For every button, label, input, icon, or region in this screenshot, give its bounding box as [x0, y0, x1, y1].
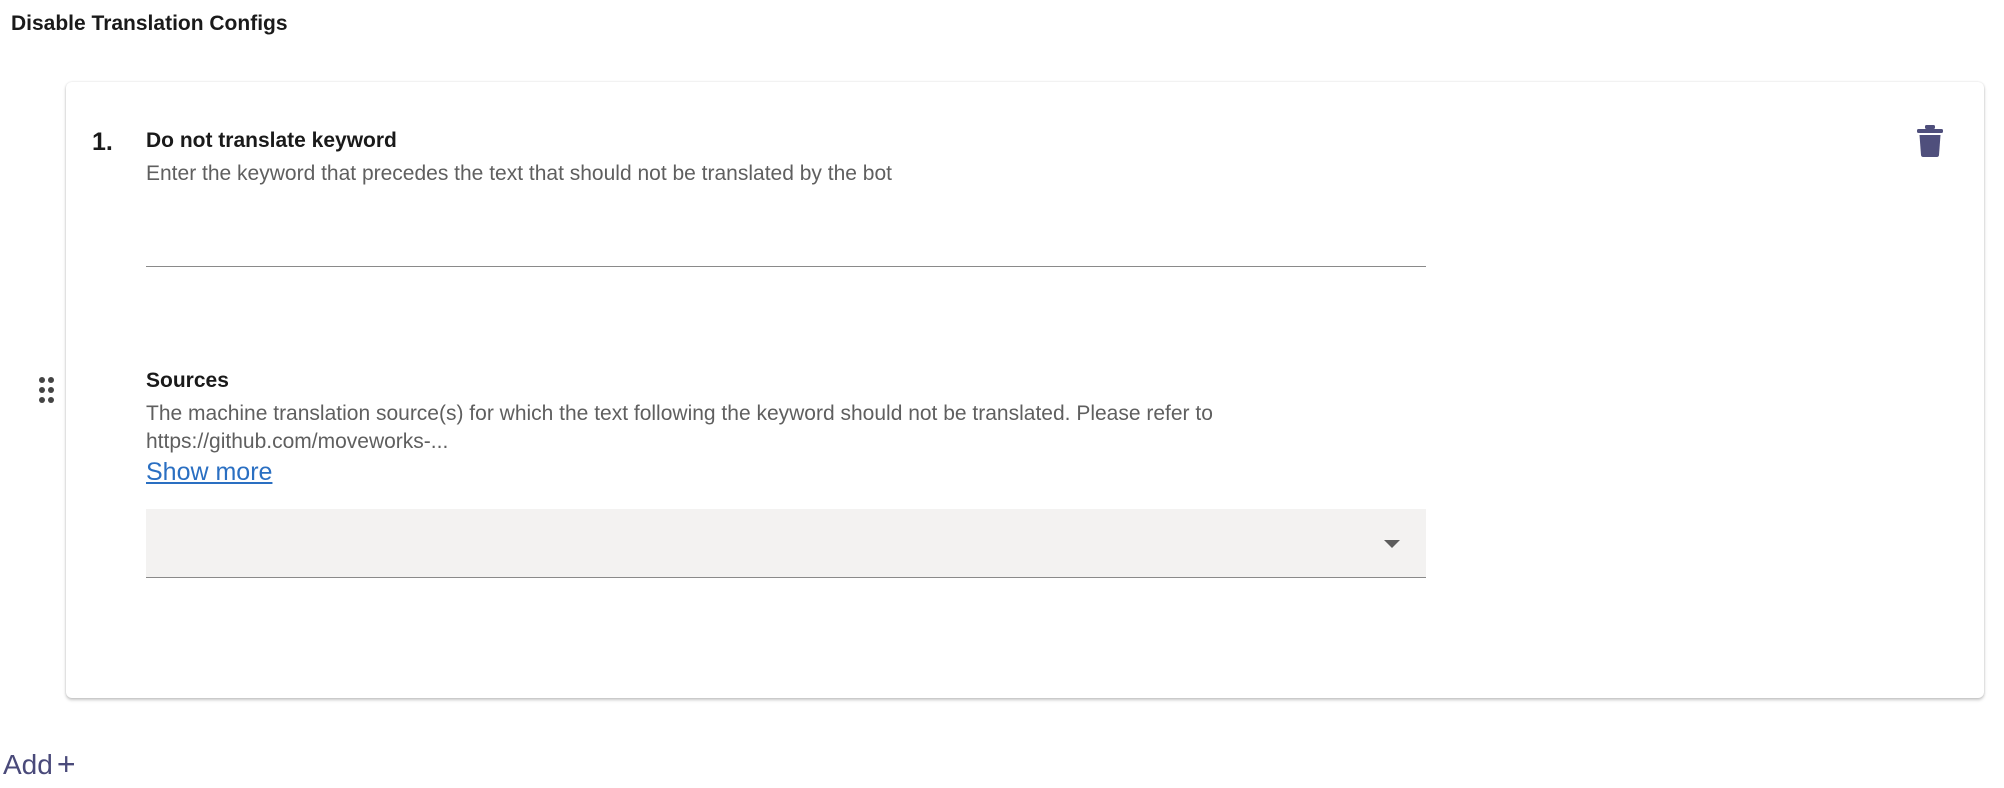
- sources-description-line1: The machine translation source(s) for wh…: [146, 402, 1213, 425]
- keyword-input[interactable]: [146, 214, 1426, 267]
- keyword-label: Do not translate keyword: [146, 129, 397, 152]
- trash-icon: [1916, 125, 1944, 162]
- plus-icon: +: [56, 746, 76, 782]
- item-number: 1.: [92, 128, 113, 156]
- page: Disable Translation Configs 1. Do not tr…: [0, 0, 2004, 788]
- sources-label: Sources: [146, 369, 229, 392]
- add-button-label: Add: [3, 748, 53, 780]
- add-button[interactable]: Add +: [3, 746, 76, 783]
- keyword-field: Do not translate keyword Enter the keywo…: [146, 128, 1426, 267]
- drag-handle-icon[interactable]: [38, 376, 56, 404]
- config-item-card: 1. Do not translate keyword Enter the ke…: [66, 82, 1984, 698]
- keyword-description: Enter the keyword that precedes the text…: [146, 162, 892, 185]
- sources-description: The machine translation source(s) for wh…: [146, 400, 1426, 456]
- show-more-link[interactable]: Show more: [146, 458, 272, 487]
- section-title: Disable Translation Configs: [11, 12, 288, 35]
- sources-select[interactable]: [146, 509, 1426, 578]
- delete-button[interactable]: [1916, 124, 1944, 158]
- sources-description-line2: https://github.com/moveworks-...: [146, 430, 449, 453]
- sources-field: Sources The machine translation source(s…: [146, 368, 1426, 578]
- chevron-down-icon: [1384, 540, 1400, 548]
